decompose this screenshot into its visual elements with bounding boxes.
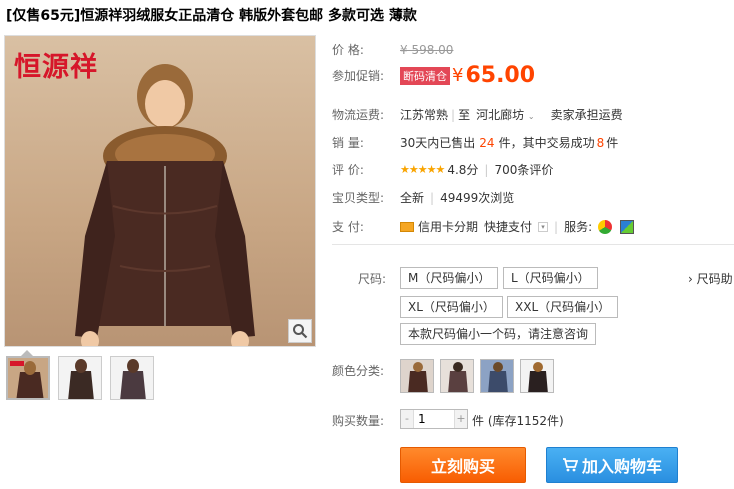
promo-tag[interactable]: 断码清仓 (400, 66, 450, 85)
quantity-plus-button[interactable]: + (455, 410, 467, 428)
add-to-cart-button[interactable]: 加入购物车 (546, 447, 678, 483)
magnifier-icon (293, 324, 308, 339)
size-option-xxl[interactable]: XXL（尺码偏小） (507, 296, 619, 318)
currency-symbol: ¥ (452, 65, 464, 86)
thumbnail-1[interactable] (6, 356, 50, 400)
promo-row: 参加促销: 断码清仓 ¥ 65.00 (332, 63, 535, 88)
credit-card-icon (400, 221, 414, 232)
guarantee-icon[interactable] (620, 219, 635, 234)
section-divider (332, 244, 734, 245)
model-figure (75, 64, 255, 346)
quantity-label: 购买数量: (332, 414, 385, 428)
quantity-minus-button[interactable]: - (401, 410, 413, 428)
quantity-input[interactable] (413, 410, 455, 428)
type-row: 宝贝类型: 全新 | 49499次浏览 (332, 190, 515, 206)
seven-day-return-icon[interactable] (598, 219, 613, 234)
price-label: 价 格: (332, 43, 364, 57)
sales-prefix: 30天内已售出 (400, 136, 476, 150)
rating-score: 4.8分 (447, 163, 479, 177)
ship-to-select[interactable]: 河北廊坊 ⌄ (476, 106, 535, 123)
size-option-l[interactable]: L（尺码偏小） (503, 267, 598, 289)
shipping-row: 物流运费: 江苏常熟 | 至 河北廊坊 ⌄ 卖家承担运费 (332, 106, 623, 123)
size-option-xl[interactable]: XL（尺码偏小） (400, 296, 503, 318)
sales-count: 24 (479, 135, 495, 150)
price-row: 价 格: ¥ 598.00 (332, 41, 453, 58)
add-to-cart-label: 加入购物车 (581, 457, 662, 476)
color-swatch-4[interactable] (520, 359, 554, 393)
product-info-panel: 价 格: ¥ 598.00 参加促销: 断码清仓 ¥ 65.00 物流运费: 江… (332, 0, 734, 489)
chevron-down-icon: ⌄ (527, 112, 535, 121)
dropdown-icon[interactable]: ▾ (538, 221, 549, 232)
promo-label: 参加促销: (332, 69, 385, 83)
review-count-link[interactable]: 700条评价 (494, 161, 553, 178)
shipping-label: 物流运费: (332, 108, 385, 122)
quantity-stepper[interactable]: - + (400, 409, 468, 429)
star-rating-icon: ★★★★★ (400, 163, 445, 176)
promo-price: 65.00 (465, 63, 536, 88)
rating-row: 评 价: ★★★★★ 4.8分 | 700条评价 (332, 161, 554, 178)
size-option-m[interactable]: M（尺码偏小） (400, 267, 499, 289)
sales-label: 销 量: (332, 136, 364, 150)
ship-to-prefix: 至 (458, 108, 471, 122)
thumbnail-2[interactable] (58, 356, 102, 400)
color-swatch-3[interactable] (480, 359, 514, 393)
thumbnail-3[interactable] (110, 356, 154, 400)
shipping-fee: 卖家承担运费 (550, 108, 623, 122)
payment-row: 支 付: 信用卡分期 快捷支付 ▾ | 服务: (332, 218, 635, 235)
item-condition: 全新 (400, 191, 425, 205)
sales-row: 销 量: 30天内已售出 24 件，其中交易成功 8 件 (332, 134, 618, 151)
color-swatch-2[interactable] (440, 359, 474, 393)
payment-label: 支 付: (332, 220, 364, 234)
sales-suffix: 件 (606, 136, 619, 150)
success-count: 8 (596, 135, 605, 150)
quick-pay[interactable]: 快捷支付 (484, 218, 532, 235)
color-label: 颜色分类: (332, 364, 385, 378)
ship-from: 江苏常熟 (400, 108, 449, 122)
original-price: ¥ 598.00 (400, 42, 454, 57)
stock-text: 件 (库存1152件) (472, 414, 564, 428)
service-label: 服务: (564, 220, 593, 234)
sales-mid: 件，其中交易成功 (498, 136, 595, 150)
type-label: 宝贝类型: (332, 191, 385, 205)
zoom-button[interactable] (288, 319, 312, 343)
thumbnail-strip (6, 356, 154, 400)
rating-label: 评 价: (332, 163, 364, 177)
view-count: 49499次浏览 (440, 191, 515, 205)
size-option-note[interactable]: 本款尺码偏小一个码，请注意咨询 (400, 323, 597, 345)
size-label: 尺码: (358, 272, 387, 286)
cart-icon (562, 458, 578, 472)
color-swatch-1[interactable] (400, 359, 434, 393)
credit-installment[interactable]: 信用卡分期 (418, 218, 478, 235)
main-product-image[interactable]: 恒源祥 (4, 35, 316, 347)
buy-now-button[interactable]: 立刻购买 (400, 447, 526, 483)
size-helper-link[interactable]: › 尺码助 (688, 270, 733, 287)
